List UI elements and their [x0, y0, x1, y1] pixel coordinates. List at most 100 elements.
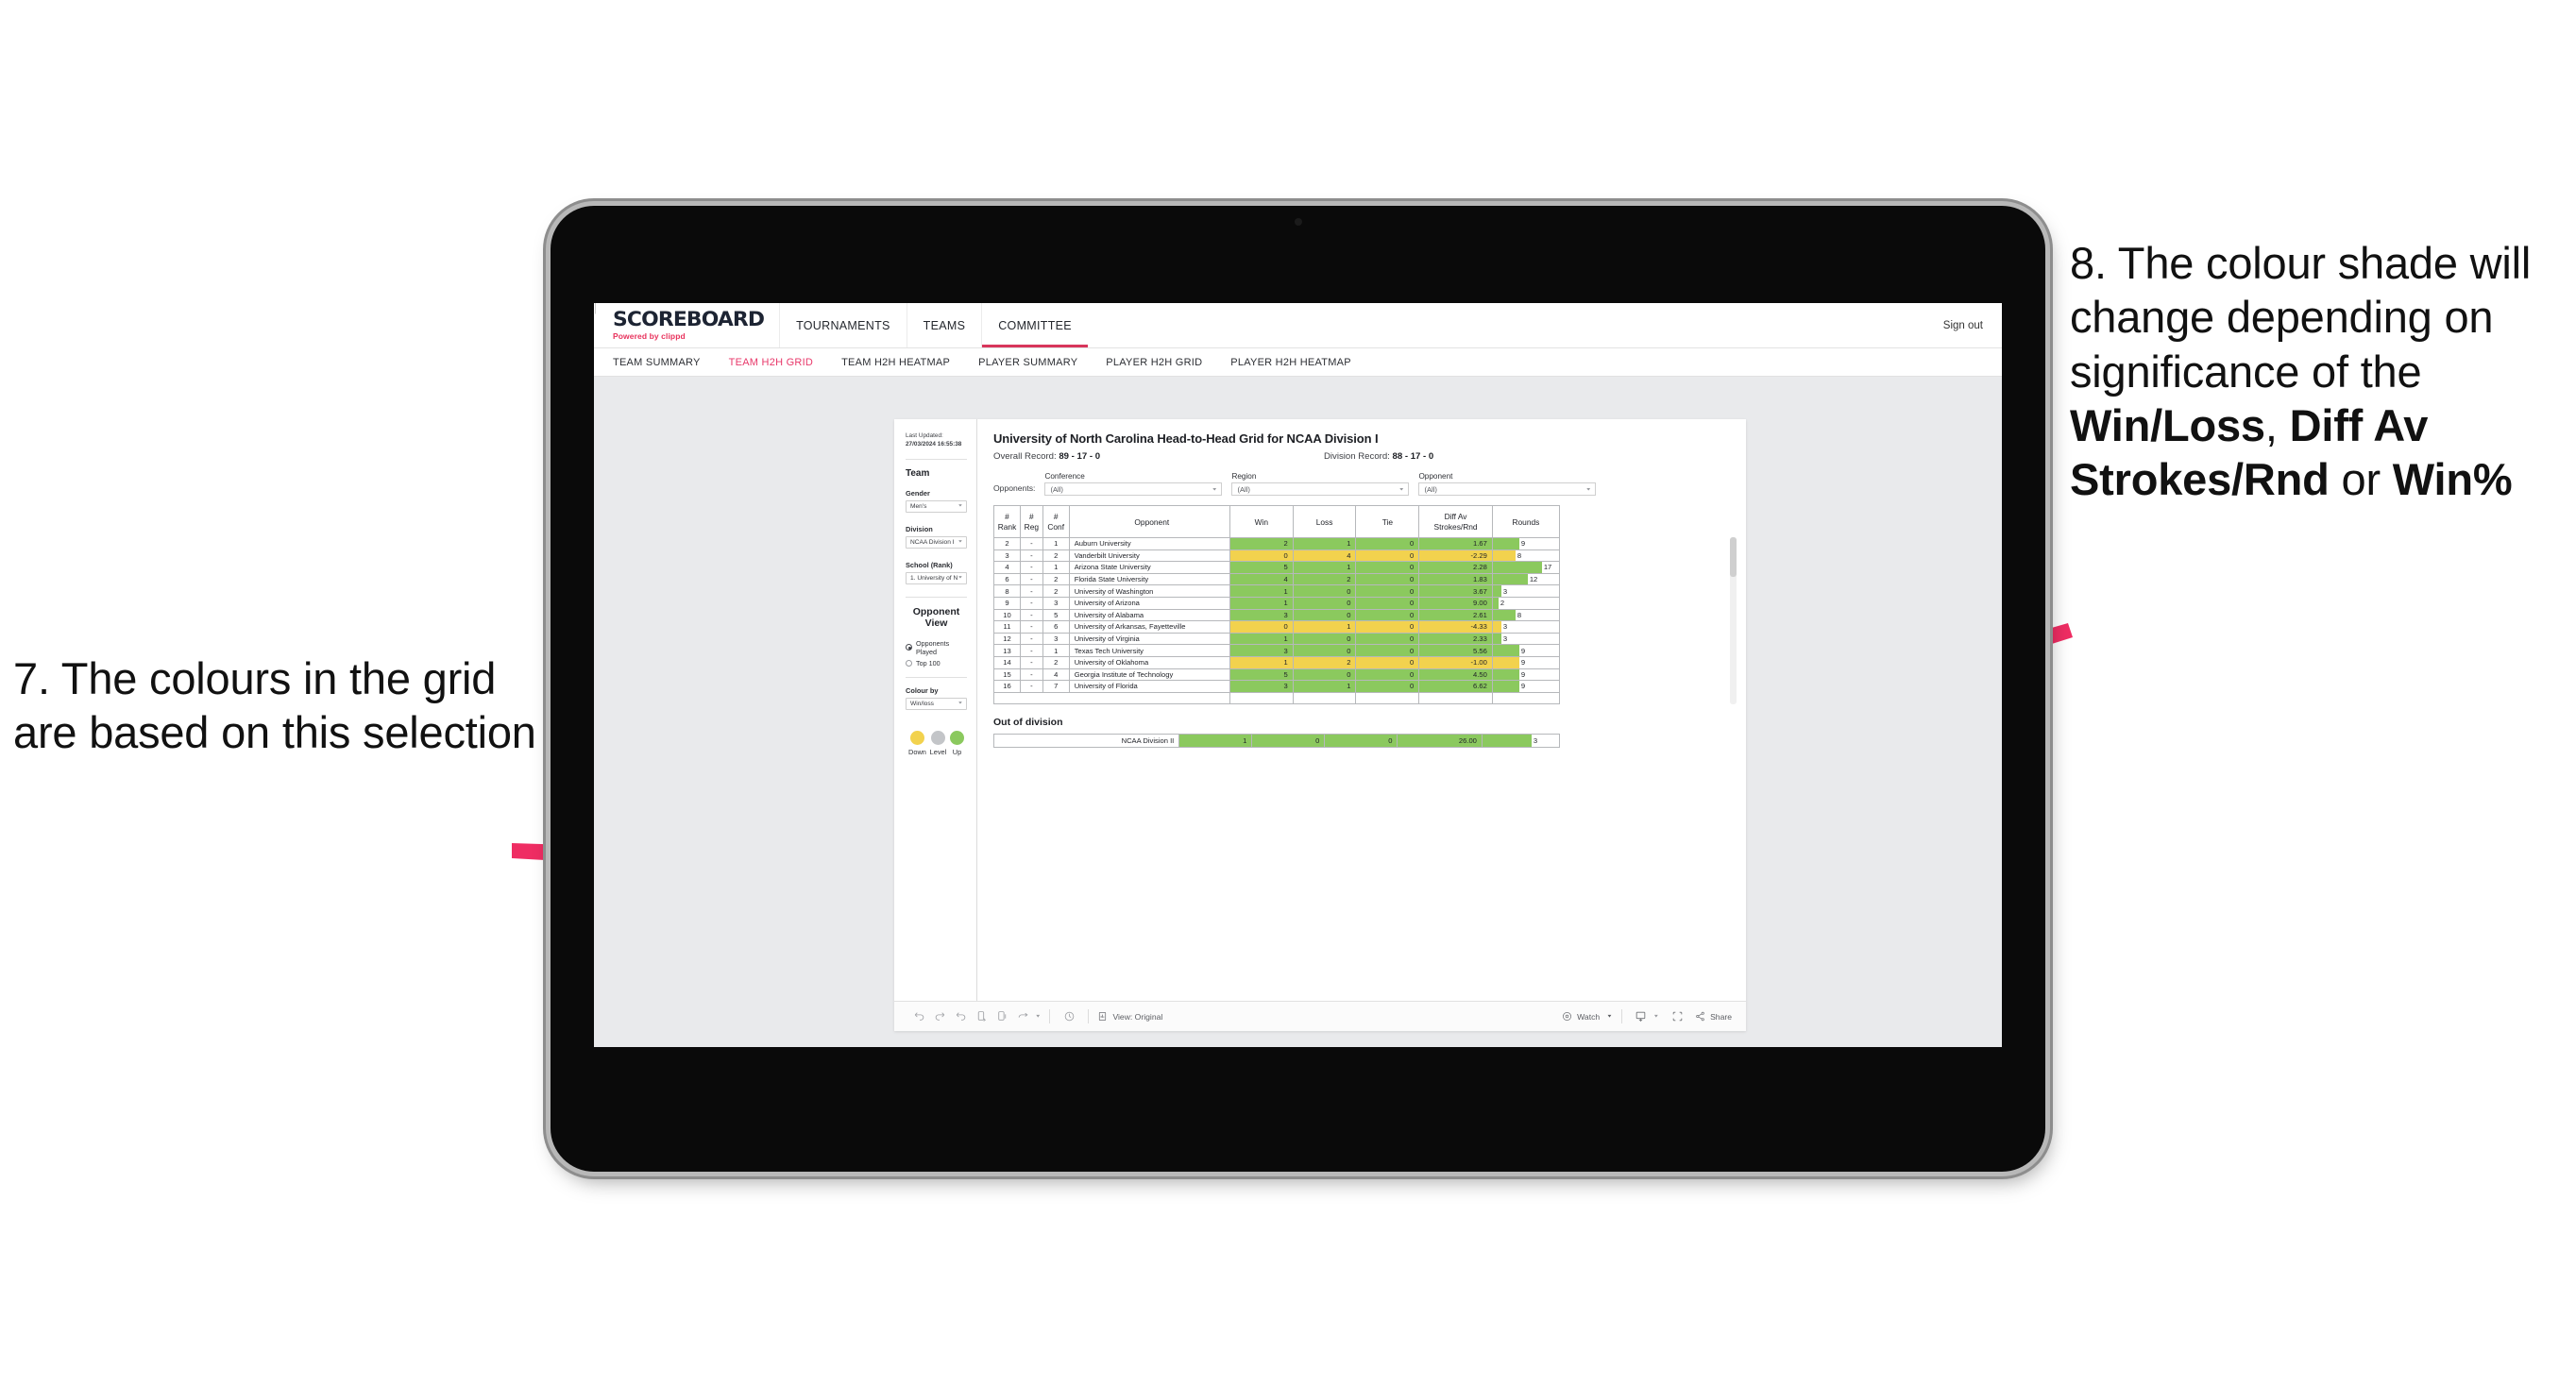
cell-rank: 14 — [993, 655, 1021, 669]
filter-region: Region (All) ▼ — [1231, 472, 1410, 496]
school-select[interactable]: 1. University of Nort... ▼ — [906, 571, 967, 584]
table-scrollbar[interactable] — [1730, 537, 1737, 704]
legend-label-up: Up — [952, 747, 962, 756]
cell-opponent: University of Arizona — [1068, 596, 1230, 610]
cell-tie: 0 — [1355, 537, 1420, 550]
cell-loss: 1 — [1292, 561, 1357, 574]
cell-diff: 1.67 — [1418, 537, 1493, 550]
refresh-icon[interactable] — [971, 1006, 991, 1027]
rounds-bar — [1492, 573, 1528, 585]
filler-cell — [1491, 691, 1561, 705]
table-row[interactable]: 8-2 University of Washington 1 0 0 3.67 3 — [993, 584, 1561, 598]
gender-select[interactable]: Men's ▼ — [906, 499, 967, 513]
cell-rank: 11 — [993, 620, 1021, 634]
annotation-right-mid1: , — [2264, 399, 2290, 450]
table-row[interactable]: 3-2 Vanderbilt University 0 4 0 -2.29 8 — [993, 549, 1561, 563]
cell-conf: 2 — [1042, 655, 1070, 669]
subnav-player-h2h-heatmap[interactable]: PLAYER H2H HEATMAP — [1230, 357, 1351, 368]
table-row[interactable]: 11-6 University of Arkansas, Fayetteville… — [993, 620, 1561, 634]
rounds-bar — [1492, 549, 1516, 562]
subnav-team-h2h-grid[interactable]: TEAM H2H GRID — [729, 357, 813, 368]
division-label: Division — [906, 524, 933, 533]
share-button[interactable]: Share — [1695, 1011, 1732, 1022]
download-icon[interactable] — [1631, 1006, 1652, 1027]
legend-label-level: Level — [929, 747, 947, 756]
table-row[interactable]: 9-3 University of Arizona 1 0 0 9.00 2 — [993, 596, 1561, 610]
subnav-player-summary[interactable]: PLAYER SUMMARY — [978, 357, 1077, 368]
sign-out-link[interactable]: Sign out — [1943, 320, 1983, 331]
cell-reg: - — [1020, 584, 1043, 598]
brand-tagline: Powered by clippd — [613, 331, 758, 341]
table-row[interactable]: 2-1 Auburn University 2 1 0 1.67 9 — [993, 537, 1561, 550]
cell-conf: 6 — [1042, 620, 1070, 634]
subnav-team-h2h-heatmap[interactable]: TEAM H2H HEATMAP — [841, 357, 950, 368]
radio-top-100[interactable]: Top 100 — [906, 659, 967, 668]
division-record: Division Record: 88 - 17 - 0 — [1324, 451, 1433, 462]
table-row[interactable]: 14-2 University of Oklahoma 1 2 0 -1.00 9 — [993, 655, 1561, 669]
cell-tie: 0 — [1355, 620, 1420, 634]
revert-icon[interactable] — [950, 1006, 971, 1027]
rounds-value: 9 — [1520, 658, 1526, 668]
filter-opponent-select[interactable]: (All) ▼ — [1418, 482, 1597, 496]
undo-icon[interactable] — [908, 1006, 929, 1027]
table-row[interactable]: 6-2 Florida State University 4 2 0 1.83 12 — [993, 572, 1561, 586]
cell-rounds: 9 — [1491, 668, 1561, 682]
nav-committee[interactable]: COMMITTEE — [981, 303, 1088, 347]
cell-tie: 0 — [1355, 644, 1420, 657]
table-row[interactable]: 4-1 Arizona State University 5 1 0 2.28 17 — [993, 561, 1561, 574]
radio-opponents-played[interactable]: Opponents Played — [906, 639, 967, 656]
table-row[interactable]: 16-7 University of Florida 3 1 0 6.62 9 — [993, 680, 1561, 693]
table-row[interactable]: 10-5 University of Alabama 3 0 0 2.61 8 — [993, 608, 1561, 622]
table-row[interactable]: 12-3 University of Virginia 1 0 0 2.33 3 — [993, 632, 1561, 646]
radio-icon — [906, 659, 912, 667]
nav-tournaments[interactable]: TOURNAMENTS — [779, 303, 907, 347]
pause-auto-update-icon[interactable] — [1059, 1006, 1079, 1027]
rounds-value: 17 — [1543, 563, 1552, 572]
table-row[interactable]: 15-4 Georgia Institute of Technology 5 0 0 4.… — [993, 668, 1561, 682]
cell-opponent: Texas Tech University — [1068, 644, 1230, 657]
cell-rank: 13 — [993, 644, 1021, 657]
filter-conference-select[interactable]: (All) ▼ — [1044, 482, 1223, 496]
cell-loss: 0 — [1292, 596, 1357, 610]
filter-region-select[interactable]: (All) ▼ — [1231, 482, 1410, 496]
cell-rounds: 9 — [1491, 655, 1561, 669]
cell-tie: 0 — [1355, 596, 1420, 610]
cell-conf: 2 — [1042, 572, 1070, 586]
cell-diff: -1.00 — [1418, 655, 1493, 669]
chevron-down-icon[interactable]: ▼ — [1035, 1014, 1041, 1019]
brand-powered-clippd: clippd — [661, 331, 686, 341]
chevron-down-icon[interactable]: ▼ — [1653, 1014, 1659, 1019]
brand-logo[interactable]: SCOREBOARD Powered by clippd — [594, 303, 779, 347]
table-row[interactable]: 13-1 Texas Tech University 3 0 0 5.56 9 — [993, 644, 1561, 657]
radio-top-100-label: Top 100 — [916, 658, 941, 668]
cell-rank: 16 — [993, 680, 1021, 693]
annotation-right-bold-winpct: Win% — [2392, 454, 2513, 505]
view-original-button[interactable]: View: Original — [1097, 1011, 1162, 1022]
cell-rank: 4 — [993, 561, 1021, 574]
cell-loss: 0 — [1292, 584, 1357, 598]
cell-conf: 3 — [1042, 632, 1070, 646]
col-rank-l2: Rank — [997, 521, 1017, 532]
filter-conference-value: (All) — [1050, 484, 1063, 494]
table-scrollbar-thumb[interactable] — [1730, 537, 1737, 577]
redo-arrow-icon[interactable] — [1012, 1006, 1033, 1027]
fullscreen-icon[interactable] — [1667, 1006, 1687, 1027]
last-updated-value: 27/03/2024 16:55:38 — [906, 441, 962, 448]
division-select[interactable]: NCAA Division I ▼ — [906, 535, 967, 549]
subnav-player-h2h-grid[interactable]: PLAYER H2H GRID — [1106, 357, 1202, 368]
cell-win: 3 — [1229, 644, 1294, 657]
cell-opponent: Vanderbilt University — [1068, 549, 1230, 563]
legend-dot-level — [930, 730, 945, 745]
share-icon — [1696, 1011, 1704, 1022]
colour-by-select[interactable]: Win/loss ▼ — [906, 697, 967, 710]
cell-rank: 3 — [993, 549, 1021, 563]
redo-icon[interactable] — [929, 1006, 950, 1027]
opponent-view-heading: Opponent View — [912, 605, 960, 629]
watch-button[interactable]: Watch ▼ — [1562, 1011, 1613, 1022]
nav-teams[interactable]: TEAMS — [906, 303, 982, 347]
pause-icon[interactable] — [991, 1006, 1012, 1027]
table-filler-row — [993, 691, 1561, 705]
subnav-team-summary[interactable]: TEAM SUMMARY — [613, 357, 701, 368]
overall-record: Overall Record: 89 - 17 - 0 — [993, 451, 1324, 462]
chevron-down-icon: ▼ — [958, 701, 963, 706]
